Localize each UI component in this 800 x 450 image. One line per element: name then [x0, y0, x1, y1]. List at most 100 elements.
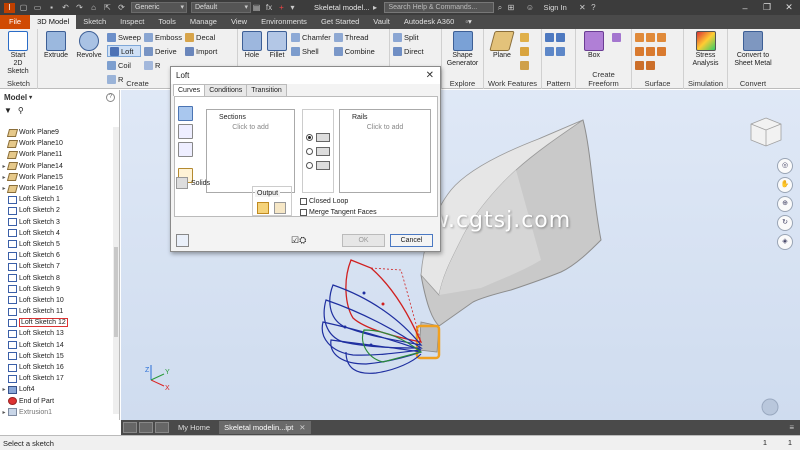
sketch-point[interactable] — [369, 343, 373, 347]
thread-button[interactable]: Thread — [333, 31, 375, 43]
area-loft-type-icon[interactable] — [178, 142, 193, 157]
scrollbar-thumb[interactable] — [114, 247, 118, 337]
cascade-view-icon[interactable] — [139, 422, 153, 433]
cancel-button[interactable]: Cancel — [390, 234, 433, 247]
fx-button[interactable]: fx — [262, 3, 276, 13]
thicken-button[interactable] — [635, 31, 666, 43]
tree-item[interactable]: Loft Sketch 11 — [0, 306, 113, 317]
tangent-condition-radio[interactable] — [306, 147, 313, 155]
tab-tools[interactable]: Tools — [151, 15, 183, 29]
browser-scrollbar[interactable] — [113, 127, 119, 414]
import-button[interactable]: Import — [185, 45, 217, 57]
zoom-icon[interactable]: ⊕ — [777, 196, 793, 212]
rails-placeholder[interactable]: Click to add — [340, 124, 430, 131]
exchange-icon[interactable]: ✕ — [577, 3, 588, 13]
tree-item[interactable]: Loft Sketch 10 — [0, 295, 113, 306]
output-surface-icon[interactable] — [274, 202, 286, 214]
freeform-more-button[interactable] — [612, 31, 621, 43]
user-icon[interactable]: ☺ — [524, 3, 535, 13]
tree-item[interactable]: Loft Sketch 9 — [0, 284, 113, 295]
coil-button[interactable]: Coil — [107, 59, 141, 71]
close-doc-icon[interactable]: ✕ — [299, 423, 305, 432]
tree-item[interactable]: Loft Sketch 6 — [0, 250, 113, 261]
axis-button[interactable] — [520, 31, 529, 43]
cart-icon[interactable]: ⊞ — [505, 3, 516, 13]
rect-pattern-button[interactable] — [545, 31, 565, 43]
tree-item[interactable]: ▸ Work Plane15 — [0, 172, 113, 183]
browser-dropdown-icon[interactable]: ▾ — [29, 94, 32, 101]
tab-transition[interactable]: Transition — [246, 84, 287, 96]
material-dropdown[interactable]: Generic — [131, 2, 187, 13]
tree-item[interactable]: Work Plane10 — [0, 138, 113, 149]
ucs-button[interactable] — [520, 59, 529, 71]
home-icon[interactable]: ⌂ — [88, 3, 99, 13]
sketch-point[interactable] — [343, 325, 347, 329]
ok-button[interactable]: OK — [342, 234, 385, 247]
sculpt-button[interactable] — [635, 45, 666, 57]
tree-item[interactable]: Loft Sketch 12 — [0, 317, 113, 328]
chamfer-button[interactable]: Chamfer — [291, 31, 331, 43]
condition-row-tangent[interactable] — [306, 146, 330, 156]
tree-item[interactable]: Loft Sketch 16 — [0, 362, 113, 373]
smooth-condition-radio[interactable] — [306, 161, 313, 169]
preview-toggle-icon[interactable]: ☑⛭ — [291, 235, 306, 246]
direct-button[interactable]: Direct — [393, 45, 424, 57]
tab-get-started[interactable]: Get Started — [314, 15, 366, 29]
expand-chevron-icon[interactable]: ▸ — [0, 409, 8, 416]
add-icon[interactable]: + — [276, 3, 287, 13]
tree-item[interactable]: Loft Sketch 7 — [0, 261, 113, 272]
tab-inspect[interactable]: Inspect — [113, 15, 151, 29]
new-icon[interactable]: ▢ — [18, 3, 29, 13]
appearance-dropdown[interactable]: Default — [191, 2, 251, 13]
merge-tangent-option[interactable]: Merge Tangent Faces — [300, 209, 377, 216]
split-button[interactable]: Split — [393, 31, 424, 43]
doctab-menu-icon[interactable]: ≡ — [789, 423, 794, 432]
tile-view-icon[interactable] — [123, 422, 137, 433]
window-list-icon[interactable] — [155, 422, 169, 433]
close-window-icon[interactable]: ✕ — [778, 2, 800, 13]
minimize-icon[interactable]: – — [734, 3, 756, 13]
rails-type-icon[interactable] — [178, 106, 193, 121]
tree-item[interactable]: End of Part — [0, 396, 113, 407]
tree-item[interactable]: Loft Sketch 3 — [0, 217, 113, 228]
tab-view[interactable]: View — [224, 15, 254, 29]
loft-dialog-titlebar[interactable]: Loft ✕ — [171, 67, 440, 84]
rails-list[interactable]: Rails Click to add — [339, 109, 431, 193]
measure-icon[interactable]: ▤ — [251, 3, 262, 13]
tree-item[interactable]: Loft Sketch 1 — [0, 194, 113, 205]
point-button[interactable] — [520, 45, 529, 57]
center-line-type-icon[interactable] — [178, 124, 193, 139]
close-icon[interactable]: ✕ — [426, 67, 434, 84]
tree-item[interactable]: ▸ Loft4 — [0, 384, 113, 395]
look-at-icon[interactable]: ◈ — [777, 234, 793, 250]
pan-icon[interactable]: ✋ — [777, 177, 793, 193]
update-icon[interactable]: ⟳ — [116, 3, 127, 13]
tab-conditions[interactable]: Conditions — [204, 84, 248, 96]
sections-placeholder[interactable]: Click to add — [207, 124, 294, 131]
sketch-point[interactable] — [381, 302, 385, 306]
decal-button[interactable]: Decal — [185, 31, 217, 43]
search-icon[interactable]: ⌕ — [494, 3, 505, 13]
merge-tangent-checkbox[interactable] — [300, 209, 307, 216]
shell-button[interactable]: Shell — [291, 45, 331, 57]
browser-title[interactable]: Model — [4, 93, 27, 102]
free-condition-radio[interactable] — [306, 133, 313, 141]
sections-list[interactable]: Sections Click to add — [206, 109, 295, 193]
open-icon[interactable]: ▭ — [32, 3, 43, 13]
mirror-button[interactable] — [545, 45, 565, 57]
menu-chevron-icon[interactable]: ▸ — [369, 3, 380, 13]
browser-help-icon[interactable]: ? — [106, 92, 115, 102]
tab-manage[interactable]: Manage — [183, 15, 224, 29]
tab-3d-model[interactable]: 3D Model — [30, 15, 77, 29]
tree-item[interactable]: Loft Sketch 17 — [0, 373, 113, 384]
tree-item[interactable]: Loft Sketch 2 — [0, 205, 113, 216]
tree-item[interactable]: Loft Sketch 4 — [0, 228, 113, 239]
tree-item[interactable]: Loft Sketch 13 — [0, 328, 113, 339]
derive-button[interactable]: Derive — [143, 45, 182, 57]
tree-item[interactable]: ▸ Work Plane16 — [0, 183, 113, 194]
solids-selector[interactable]: Solids — [176, 177, 210, 189]
restore-icon[interactable]: ❐ — [756, 2, 778, 13]
tab-curves[interactable]: Curves — [173, 84, 206, 96]
tab-environments[interactable]: Environments — [254, 15, 314, 29]
orbit-icon[interactable]: ↻ — [777, 215, 793, 231]
